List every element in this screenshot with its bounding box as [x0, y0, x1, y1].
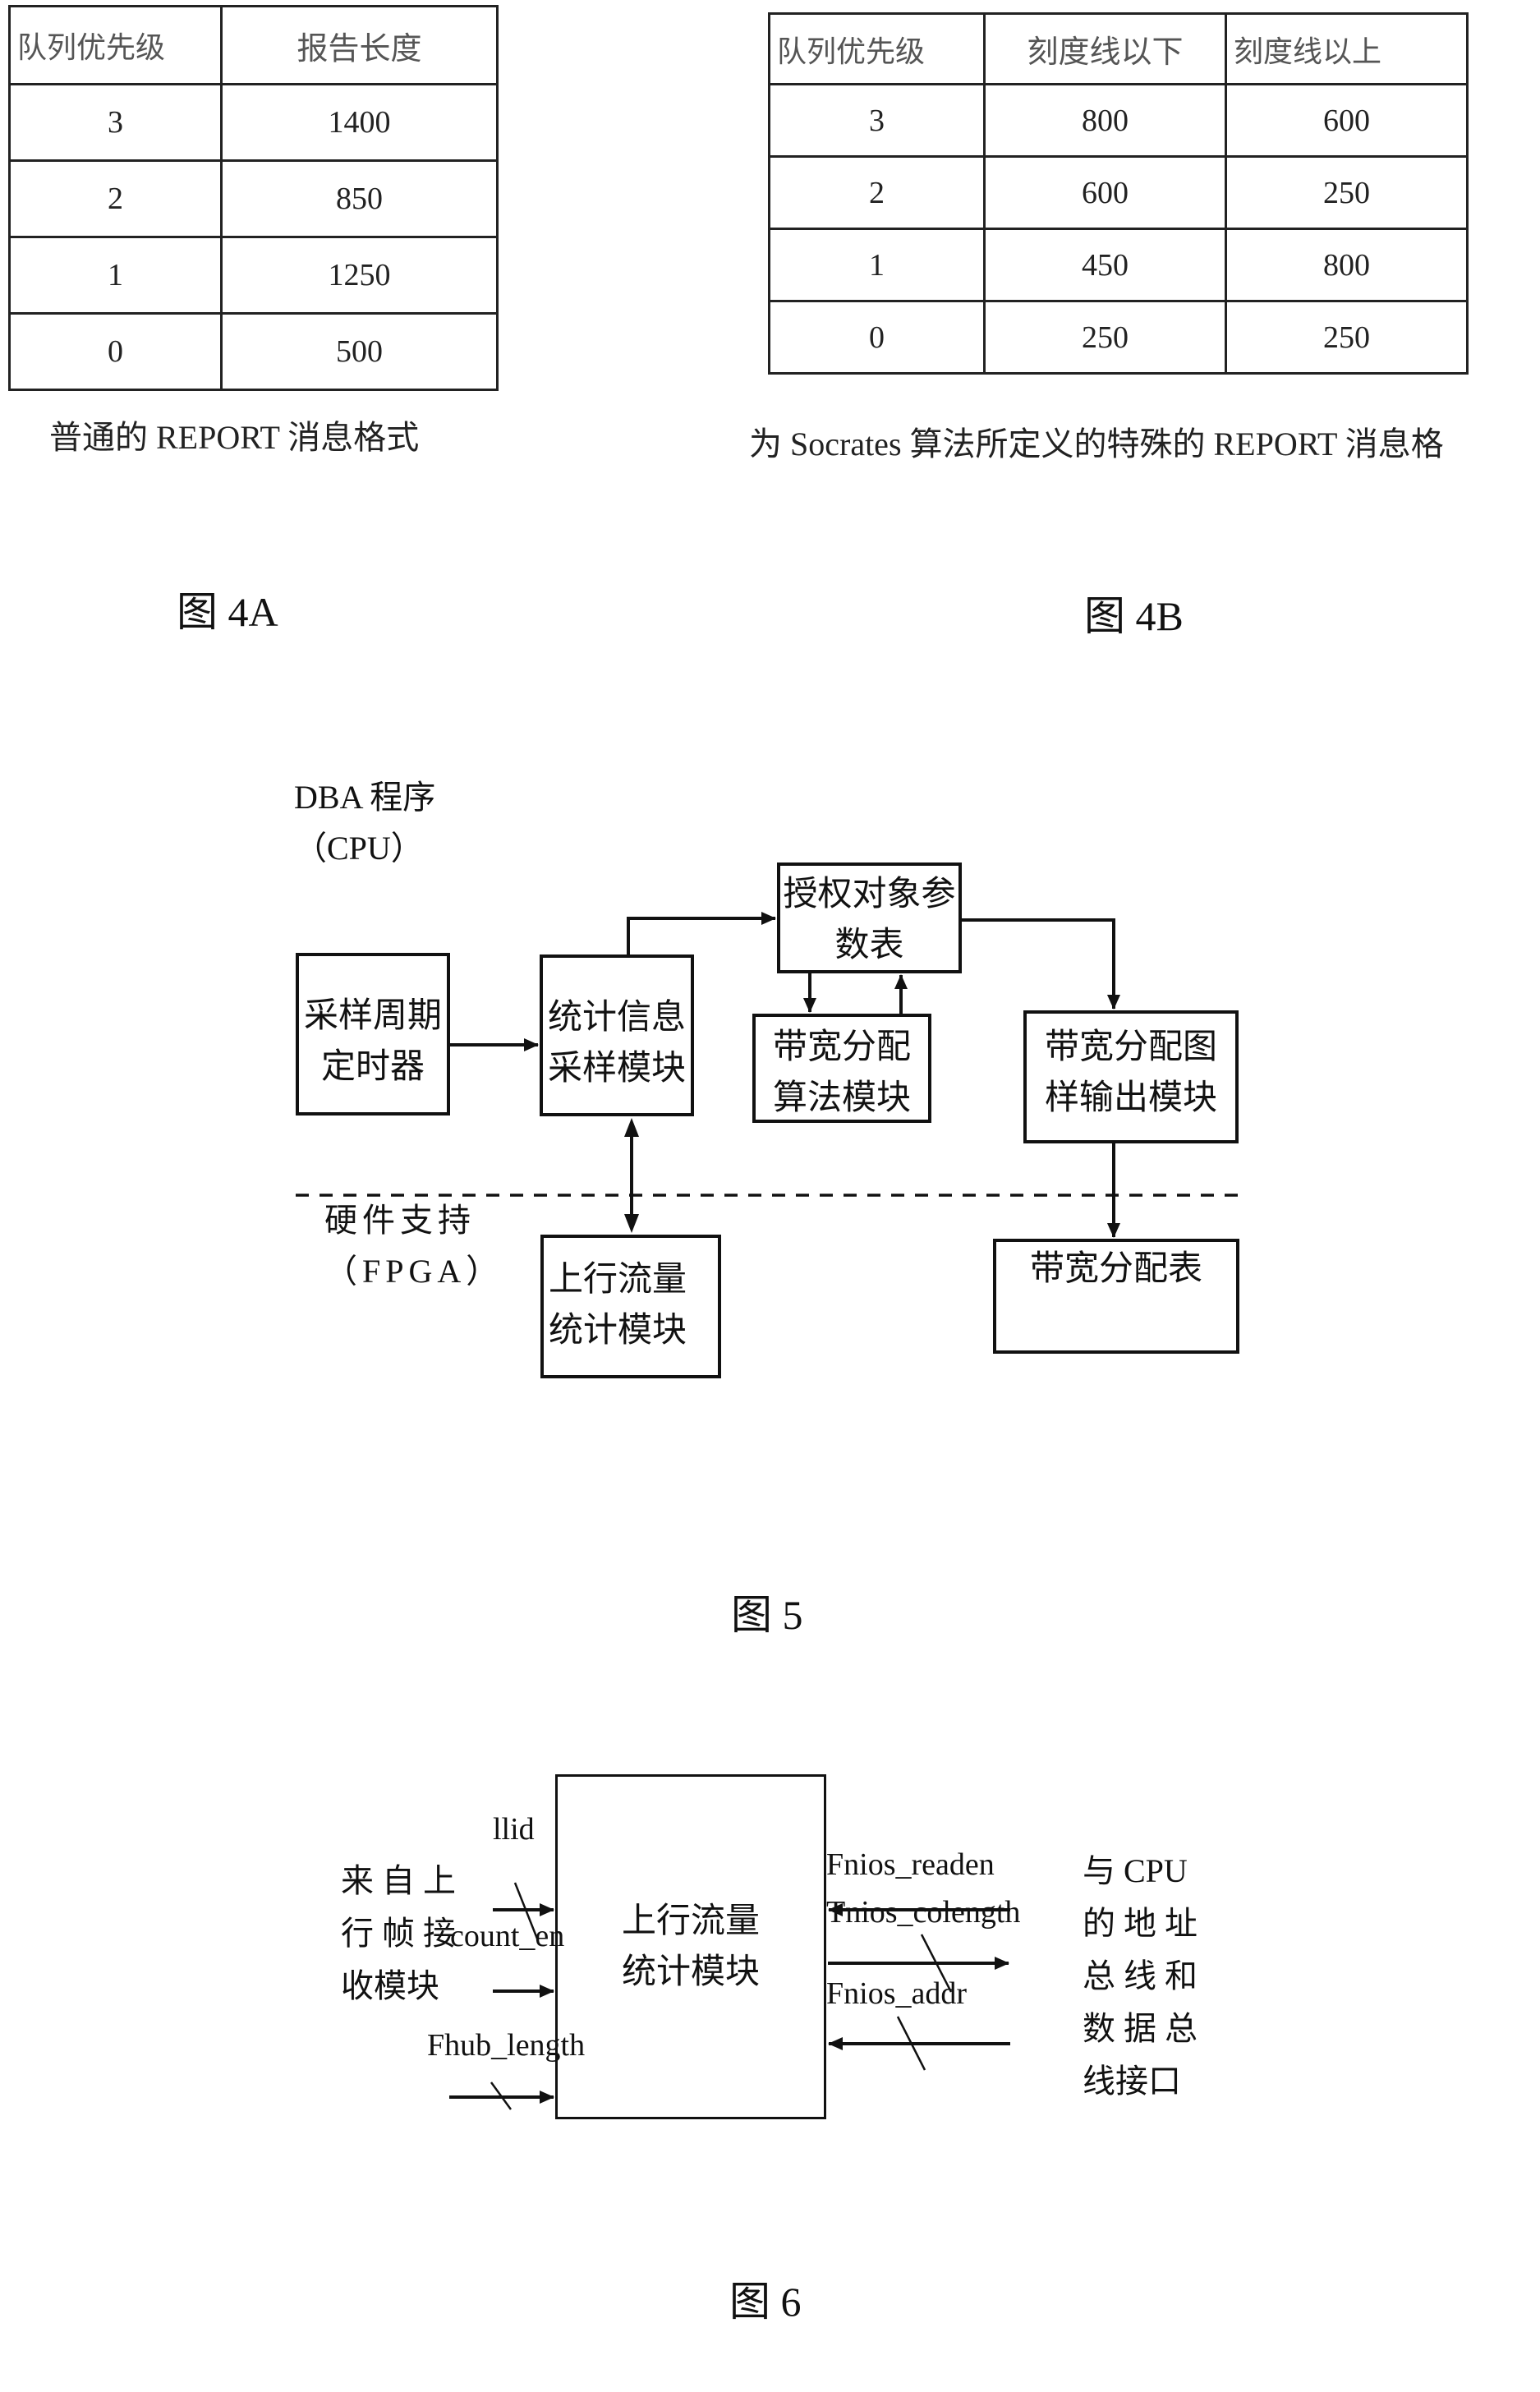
fig6-label: 图 6 [729, 2279, 802, 2325]
fig6-connectors [449, 1882, 1010, 2110]
